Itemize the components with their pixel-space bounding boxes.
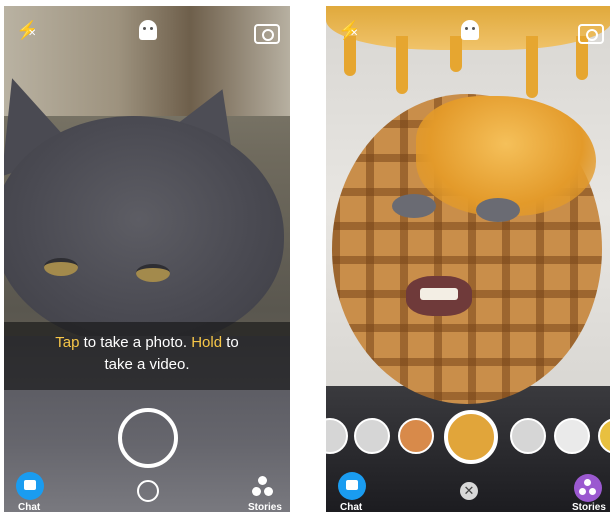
tooltip-line-1: Tap to take a photo. Hold to bbox=[4, 334, 290, 351]
tap-word: Tap bbox=[55, 334, 80, 351]
cat-eye-right bbox=[136, 264, 170, 282]
chat-label: Chat bbox=[340, 502, 363, 512]
close-icon[interactable]: ✕ bbox=[460, 482, 478, 500]
tooltip-text-photo: to take a photo. bbox=[83, 334, 188, 351]
lens-selected[interactable] bbox=[444, 410, 498, 464]
stories-dot bbox=[264, 487, 273, 496]
lens-option[interactable] bbox=[554, 418, 590, 454]
tooltip-line-2: take a video. bbox=[104, 356, 190, 373]
honey-drip bbox=[396, 36, 408, 94]
camera-flip-icon[interactable] bbox=[254, 24, 280, 44]
face-eye-right bbox=[476, 198, 520, 222]
cat-eye-left bbox=[44, 258, 78, 276]
memories-button[interactable] bbox=[137, 480, 159, 502]
tooltip-text-to: to bbox=[226, 334, 239, 351]
honey-drip bbox=[450, 36, 462, 72]
stories-button[interactable] bbox=[250, 476, 276, 500]
flash-off-x: ✕ bbox=[350, 28, 359, 39]
capture-button[interactable] bbox=[118, 408, 178, 468]
lens-option[interactable] bbox=[354, 418, 390, 454]
stories-dot bbox=[579, 488, 586, 495]
snapchat-ghost-icon[interactable] bbox=[461, 20, 479, 40]
stories-dot bbox=[589, 488, 596, 495]
lens-option[interactable] bbox=[510, 418, 546, 454]
chat-button[interactable] bbox=[16, 472, 44, 500]
snapchat-ghost-icon[interactable] bbox=[139, 20, 157, 40]
camera-screen-lens: ⚡ ✕ Chat ✕ Stories bbox=[326, 6, 610, 512]
stories-label: Stories bbox=[248, 502, 282, 512]
face-teeth bbox=[420, 288, 458, 300]
lens-option[interactable] bbox=[398, 418, 434, 454]
chat-label: Chat bbox=[18, 502, 41, 512]
honey-drip bbox=[344, 36, 356, 76]
stories-dot bbox=[252, 487, 261, 496]
face-eye-left bbox=[392, 194, 436, 218]
hold-word: Hold bbox=[191, 334, 223, 351]
camera-flip-icon[interactable] bbox=[578, 24, 604, 44]
chat-button[interactable] bbox=[338, 472, 366, 500]
stories-dot bbox=[584, 479, 591, 486]
stories-label: Stories bbox=[572, 502, 606, 512]
tooltip-banner: Tap to take a photo. Hold to take a vide… bbox=[4, 322, 290, 390]
stories-dot bbox=[258, 476, 267, 485]
stories-button[interactable] bbox=[574, 474, 602, 502]
honey-drip bbox=[526, 36, 538, 98]
flash-off-x: ✕ bbox=[28, 28, 37, 39]
camera-screen-tooltip: ⚡ ✕ Tap to take a photo. Hold to take a … bbox=[4, 6, 290, 512]
